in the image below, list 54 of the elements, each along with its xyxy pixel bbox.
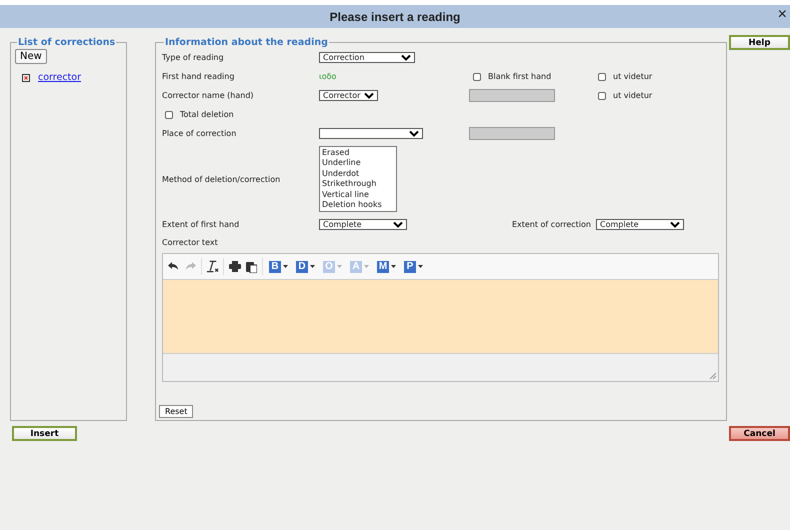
panel-legend: Information about the reading [164, 37, 329, 48]
field-label: Method of deletion/correction [162, 174, 280, 184]
first-hand-text: ιοδο [319, 72, 336, 81]
method-listbox[interactable]: Erased Underline Underdot Strikethrough Vertical line Deletion hooks [319, 146, 397, 212]
caret-icon [337, 265, 342, 268]
caret-icon [391, 265, 396, 268]
window-title: Please insert a reading [330, 10, 460, 24]
caret-icon [364, 265, 369, 268]
panel-legend: List of corrections [17, 37, 116, 48]
field-label: Corrector text [162, 238, 218, 247]
clear-format-icon[interactable] [206, 260, 219, 274]
checkbox-label: Blank first hand [488, 72, 552, 81]
new-button[interactable]: New [15, 49, 47, 64]
help-button[interactable]: Help [729, 35, 790, 50]
checkbox-label: ut videtur [613, 91, 652, 100]
checkbox-label: ut videtur [613, 72, 652, 81]
cancel-button[interactable]: Cancel [729, 426, 790, 441]
list-option[interactable]: Underdot [322, 168, 394, 180]
chevron-down-icon [364, 92, 374, 99]
field-label: Extent of correction [512, 220, 591, 230]
extent-select[interactable]: Complete [596, 219, 684, 230]
list-option[interactable]: Strikethrough [322, 179, 394, 190]
checkbox[interactable] [598, 72, 606, 80]
extent-select[interactable]: Complete [319, 219, 407, 230]
chevron-down-icon [393, 221, 403, 228]
reading-type-select[interactable]: Correction [319, 52, 415, 63]
paste-icon[interactable] [245, 260, 258, 274]
corrector-select[interactable]: Corrector [319, 90, 378, 101]
checkbox-label: Total deletion [180, 110, 234, 119]
chevron-down-icon [401, 54, 411, 61]
checkbox[interactable] [165, 110, 173, 118]
chevron-down-icon [670, 221, 680, 228]
field-label: Extent of first hand [162, 220, 240, 230]
chevron-down-icon [409, 130, 419, 137]
field-label: First hand reading [162, 72, 234, 81]
caret-icon [418, 265, 423, 268]
correction-link[interactable]: corrector [38, 72, 81, 83]
insert-button[interactable]: Insert [12, 426, 77, 441]
field-label: Corrector name (hand) [162, 91, 254, 100]
list-option[interactable]: Underline [322, 158, 394, 169]
caret-icon [310, 265, 315, 268]
delete-icon[interactable] [22, 74, 30, 82]
field-label: Place of correction [162, 129, 236, 138]
place-select[interactable] [319, 128, 423, 139]
field-label: Type of reading [162, 53, 224, 62]
caret-icon [283, 265, 288, 268]
resize-grip-icon[interactable] [709, 372, 716, 380]
checkbox[interactable] [598, 92, 606, 100]
close-button[interactable]: × [778, 6, 787, 24]
list-option[interactable]: Erased [322, 148, 394, 158]
checkbox[interactable] [473, 72, 481, 80]
reset-button[interactable]: Reset [159, 405, 194, 418]
list-option[interactable]: Deletion hooks [322, 200, 394, 210]
list-option[interactable]: Vertical line [322, 190, 394, 200]
